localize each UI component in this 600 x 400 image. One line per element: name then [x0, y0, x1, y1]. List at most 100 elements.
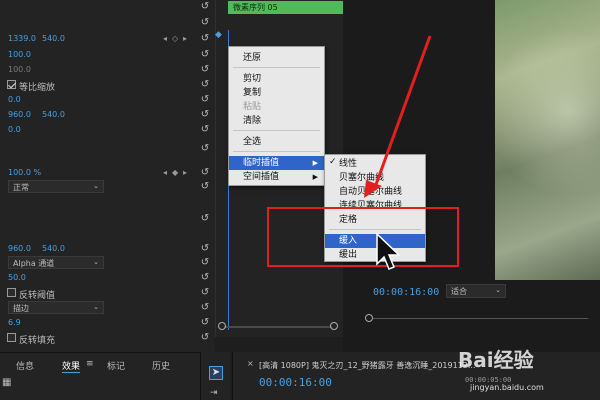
submenu-item-bezier[interactable]: 贝塞尔曲线 [325, 171, 425, 185]
reset-icon[interactable]: ↺ [199, 124, 211, 136]
reset-icon[interactable]: ↺ [199, 64, 211, 76]
uniform-scale-checkbox[interactable] [7, 80, 16, 89]
effect-row-scale: 100.0 ↺ [0, 48, 215, 62]
scroll-handle[interactable] [365, 314, 373, 322]
reset-icon[interactable]: ↺ [199, 302, 211, 314]
effect-row-uniform-scale: 等比缩放 ↺ [0, 78, 215, 93]
submenu-arrow-icon: ▶ [312, 173, 318, 181]
invert-threshold-checkbox[interactable] [7, 288, 16, 297]
menu-item-select-all[interactable]: 全选 [229, 135, 324, 149]
sequence-timecode[interactable]: 00:00:16:00 [259, 376, 332, 389]
reset-icon[interactable]: ↺ [199, 257, 211, 269]
reset-icon[interactable]: ↺ [199, 213, 211, 225]
blend-mode-value: 正常 [13, 183, 29, 192]
value-rotation[interactable]: 0.0 [8, 95, 21, 104]
menu-item-temporal-interpolation[interactable]: 临时插值 ▶ [229, 156, 324, 170]
value-threshold[interactable]: 50.0 [8, 273, 26, 282]
menu-item-label: 空间插值 [243, 172, 280, 182]
channel-dropdown[interactable]: Alpha 通道 ⌄ [8, 256, 104, 269]
scroll-handle-right[interactable] [330, 322, 338, 330]
menu-item-clear[interactable]: 清除 [229, 114, 324, 128]
effect-row-opacity: 100.0 % ◂ ◆ ▸ ↺ [0, 166, 215, 180]
reset-icon[interactable]: ↺ [199, 332, 211, 344]
value-opacity[interactable]: 100.0 % [8, 168, 41, 177]
reset-icon[interactable]: ↺ [199, 272, 211, 284]
reset-icon[interactable]: ↺ [199, 109, 211, 121]
selection-tool-icon[interactable]: ➤ [209, 366, 223, 380]
reset-icon[interactable]: ↺ [199, 287, 211, 299]
keyframe-icon[interactable]: ◇ [172, 34, 178, 43]
scroll-handle-left[interactable] [218, 322, 226, 330]
tab-effects[interactable]: 效果 [62, 359, 81, 373]
reset-icon[interactable]: ↺ [199, 317, 211, 329]
next-keyframe-icon[interactable]: ▸ [183, 168, 187, 177]
value-stroke-width[interactable]: 6.9 [8, 318, 21, 327]
reset-icon[interactable]: ↺ [199, 94, 211, 106]
keyframe-icon[interactable]: ◆ [172, 168, 178, 177]
menu-item-undo[interactable]: 还原 [229, 51, 324, 65]
video-preview [495, 0, 600, 280]
value-center-x[interactable]: 960.0 [8, 244, 31, 253]
effect-row-rotation: 0.0 ↺ [0, 93, 215, 107]
reset-icon[interactable]: ↺ [199, 1, 211, 13]
reset-icon[interactable]: ↺ [199, 243, 211, 255]
effect-row-invert-fill: 反转填充 ↺ [0, 331, 215, 346]
submenu-item-linear[interactable]: 线性 [325, 157, 425, 171]
value-anchor-x[interactable]: 960.0 [8, 110, 31, 119]
scroll-track [224, 326, 332, 328]
sequence-clip-bar[interactable]: 微素序列 05 [228, 1, 344, 14]
value-anchor-y[interactable]: 540.0 [42, 110, 65, 119]
stroke-value: 描边 [13, 304, 29, 313]
effect-row: ↺ [0, 212, 215, 226]
close-icon[interactable]: × [247, 359, 254, 368]
chevron-down-icon: ⌄ [93, 182, 99, 190]
reset-icon[interactable]: ↺ [199, 143, 211, 155]
timeline-zoom-scrollbar[interactable] [218, 322, 338, 332]
value-center-y[interactable]: 540.0 [42, 244, 65, 253]
fit-dropdown[interactable]: 适合 ⌄ [446, 284, 506, 298]
track-select-tool-icon[interactable]: ⇥ [210, 388, 218, 398]
menu-item-copy[interactable]: 复制 [229, 86, 324, 100]
menu-item-cut[interactable]: 剪切 [229, 72, 324, 86]
program-timecode[interactable]: 00:00:16:00 [373, 287, 439, 298]
tab-menu-icon[interactable]: ≡ [86, 359, 94, 369]
reset-icon[interactable]: ↺ [199, 17, 211, 29]
program-scrollbar[interactable] [365, 314, 590, 324]
effect-row-anchor: 960.0 540.0 ↺ [0, 108, 215, 122]
keyframe-icon[interactable]: ◆ [215, 30, 222, 40]
value-scale[interactable]: 100.0 [8, 50, 31, 59]
bottom-panel-tabs: 信息 效果 ≡ 标记 历史 ▦ [0, 352, 200, 400]
tab-info[interactable]: 信息 [16, 359, 34, 372]
effect-row-center: 960.0 540.0 ↺ [0, 242, 215, 256]
next-keyframe-icon[interactable]: ▸ [183, 34, 187, 43]
effect-row: ↺ [0, 142, 215, 156]
prev-keyframe-icon[interactable]: ◂ [163, 34, 167, 43]
reset-icon[interactable]: ↺ [199, 49, 211, 61]
invert-fill-checkbox[interactable] [7, 333, 16, 342]
submenu-item-auto-bezier[interactable]: 自动贝塞尔曲线 [325, 185, 425, 199]
effect-row-stroke: 描边 ⌄ ↺ [0, 301, 215, 315]
watermark-logo: Bai经验 [458, 348, 534, 372]
stroke-dropdown[interactable]: 描边 ⌄ [8, 301, 104, 314]
effect-row-threshold: 50.0 ↺ [0, 271, 215, 285]
reset-icon[interactable]: ↺ [199, 167, 211, 179]
reset-icon[interactable]: ↺ [199, 33, 211, 45]
sequence-title[interactable]: [高清 1080P] 鬼灭之刃_12_野猪露牙 善逸沉睡_2019112... [259, 360, 599, 371]
scroll-track [373, 318, 588, 319]
value-x[interactable]: 1339.0 [8, 34, 36, 43]
reset-icon[interactable]: ↺ [199, 79, 211, 91]
chevron-down-icon: ⌄ [93, 303, 99, 311]
reset-icon[interactable]: ↺ [199, 181, 211, 193]
effect-row-blend: 正常 ⌄ ↺ [0, 180, 215, 194]
blend-mode-dropdown[interactable]: 正常 ⌄ [8, 180, 104, 193]
prev-keyframe-icon[interactable]: ◂ [163, 168, 167, 177]
tab-markers[interactable]: 标记 [107, 359, 125, 372]
value-flicker[interactable]: 0.0 [8, 125, 21, 134]
folder-icon[interactable]: ▦ [2, 377, 11, 388]
value-y[interactable]: 540.0 [42, 34, 65, 43]
uniform-scale-label: 等比缩放 [19, 83, 56, 93]
invert-threshold-label: 反转阈值 [19, 291, 56, 301]
menu-item-label: 临时插值 [243, 158, 280, 168]
menu-item-spatial-interpolation[interactable]: 空间插值 ▶ [229, 170, 324, 184]
tab-history[interactable]: 历史 [152, 359, 170, 372]
